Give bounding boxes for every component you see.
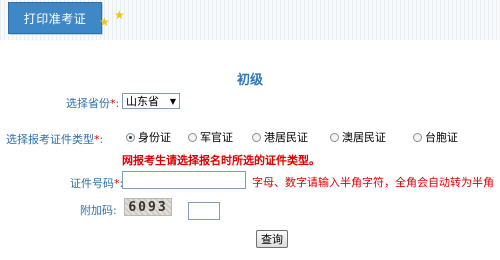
id-type-label: 选择报考证件类型*:: [6, 133, 104, 146]
star-icon: ★: [99, 15, 110, 29]
radio-button[interactable]: [413, 132, 422, 142]
radio-button[interactable]: [252, 132, 261, 142]
radio-button[interactable]: [330, 132, 339, 142]
province-select-value: 山东省: [126, 95, 159, 108]
radio-military-id[interactable]: 军官证: [188, 129, 233, 145]
province-label: 选择省份*:: [66, 97, 120, 110]
id-number-label: 证件号码*:: [70, 177, 123, 190]
radio-button[interactable]: [188, 132, 197, 142]
province-select[interactable]: 山东省 ▼: [122, 93, 180, 109]
id-type-warning: 网报考生请选择报名时所选的证件类型。: [122, 154, 320, 167]
captcha-input[interactable]: [188, 202, 220, 220]
id-number-hint: 字母、数字请输入半角字符，全角会自动转为半角: [252, 176, 494, 189]
id-type-radio-group: 身份证 军官证 港居民证 澳居民证 台胞证: [126, 129, 496, 145]
captcha-image[interactable]: 6093: [124, 198, 172, 216]
star-icon: ★: [114, 8, 125, 22]
tab-print-admission-ticket[interactable]: 打印准考证: [8, 2, 102, 34]
radio-taiwan-compatriot[interactable]: 台胞证: [413, 129, 458, 145]
captcha-label: 附加码:: [80, 204, 117, 217]
chevron-down-icon: ▼: [169, 96, 176, 106]
radio-button-selected[interactable]: [126, 132, 135, 142]
radio-id-card[interactable]: 身份证: [126, 129, 171, 145]
id-number-input[interactable]: [122, 171, 246, 189]
radio-hk-resident[interactable]: 港居民证: [252, 129, 308, 145]
query-button[interactable]: 查询: [256, 230, 288, 248]
radio-macau-resident[interactable]: 澳居民证: [330, 129, 386, 145]
page-title: 初级: [236, 73, 263, 88]
